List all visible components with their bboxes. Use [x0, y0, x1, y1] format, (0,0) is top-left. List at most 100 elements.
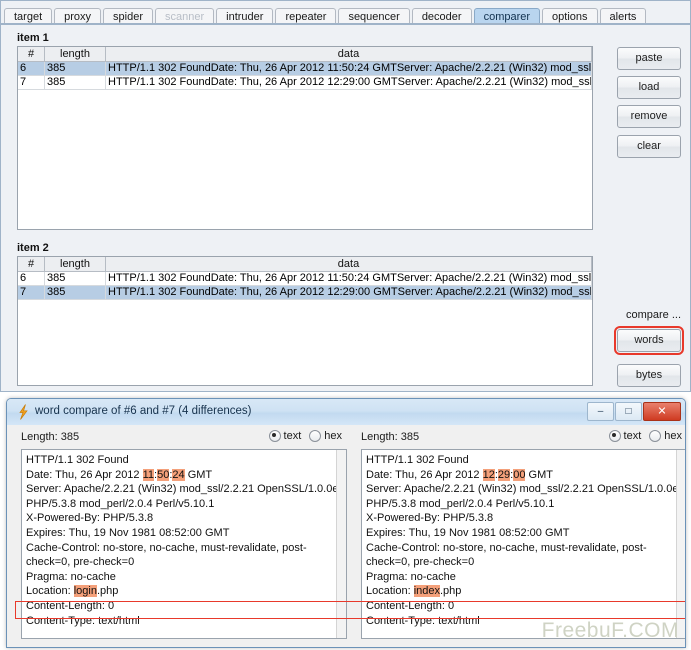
- compare-line: Pragma: no-cache: [26, 570, 342, 585]
- compare-panel-right: Length: 385 text hex HTTP/1.1 302 Found D…: [355, 425, 685, 647]
- compare-line: X-Powered-By: PHP/5.3.8: [26, 511, 342, 526]
- text-run: X-Powered-By: PHP/5.3.8: [26, 512, 154, 525]
- right-length-label: Length: 385: [361, 431, 420, 443]
- compare-line: Cache-Control: no-store, no-cache, must-…: [26, 541, 342, 570]
- text-run: GMT: [184, 468, 213, 481]
- minimize-button[interactable]: –: [587, 402, 614, 421]
- close-button[interactable]: ✕: [643, 402, 681, 421]
- diff-highlight: 00: [513, 468, 526, 481]
- text-run: Pragma: no-cache: [26, 570, 116, 583]
- burp-bolt-icon: [16, 404, 30, 420]
- compare-line: Content-Length: 0: [366, 599, 682, 614]
- item2-header-row: # length data: [18, 257, 592, 272]
- left-hex-radio[interactable]: [309, 430, 322, 442]
- item1-table[interactable]: # length data 6 385 HTTP/1.1 302 FoundDate…: [17, 46, 593, 230]
- text-run: Expires: Thu, 19 Nov 1981 08:52:00 GMT: [26, 526, 230, 539]
- comparer-pane: item 1 # length data 6 385 HTTP/1.1 302 Fo…: [3, 25, 688, 390]
- compare-line: Content-Type: text/html: [26, 614, 342, 629]
- left-view-mode-group[interactable]: text hex: [268, 430, 347, 442]
- right-hex-radio[interactable]: [649, 430, 662, 442]
- text-run: Server: Apache/2.2.21 (Win32) mod_ssl/2.…: [26, 483, 339, 496]
- cell-n: 7: [18, 285, 45, 300]
- remove-button[interactable]: remove: [617, 105, 681, 128]
- diff-highlight: index: [413, 585, 440, 598]
- tab-label: intruder: [226, 11, 264, 23]
- load-button[interactable]: load: [617, 76, 681, 99]
- text-run: Location:: [366, 585, 414, 598]
- left-compare-text[interactable]: HTTP/1.1 302 Found Date: Thu, 26 Apr 2012…: [21, 449, 347, 639]
- right-text-radio[interactable]: [608, 430, 621, 442]
- diff-highlight: 29: [497, 468, 511, 481]
- compare-line: Date: Thu, 26 Apr 2012 11:50:24 GMT: [26, 468, 342, 483]
- text-run: Content-Length: 0: [366, 599, 455, 612]
- close-icon: ✕: [657, 405, 667, 417]
- diff-highlight: 11: [142, 468, 155, 481]
- item2-col-number: #: [18, 257, 45, 272]
- item1-header-row: # length data: [18, 47, 592, 62]
- burp-main-window: target proxy spider scanner intruder repeater…: [0, 0, 691, 392]
- bytes-button[interactable]: bytes: [617, 364, 681, 387]
- text-run: GMT: [525, 468, 553, 481]
- item1-col-length: length: [44, 47, 106, 62]
- compare-line: Location: index.php: [366, 584, 682, 599]
- left-text-radio[interactable]: [268, 430, 281, 442]
- paste-button[interactable]: paste: [617, 47, 681, 70]
- text-run: Content-Type: text/html: [26, 614, 140, 627]
- diff-highlight: 50: [157, 468, 170, 481]
- cell-data: HTTP/1.1 302 FoundDate: Thu, 26 Apr 2012…: [105, 61, 592, 76]
- left-scrollbar[interactable]: [336, 450, 346, 638]
- cell-n: 7: [18, 75, 45, 90]
- word-compare-dialog: word compare of #6 and #7 (4 differences…: [6, 398, 686, 648]
- table-row[interactable]: 7 385 HTTP/1.1 302 FoundDate: Thu, 26 Apr …: [18, 285, 592, 300]
- compare-panel-left: Length: 385 text hex HTTP/1.1 302 Found D…: [15, 425, 349, 647]
- left-length-label: Length: 385: [21, 431, 80, 443]
- cell-n: 6: [18, 271, 45, 286]
- left-panel-toolbar: Length: 385 text hex: [15, 429, 349, 447]
- item1-label: item 1: [17, 32, 49, 44]
- right-hex-label: hex: [664, 430, 682, 442]
- item2-table[interactable]: # length data 6 385 HTTP/1.1 302 FoundDate…: [17, 256, 593, 386]
- words-button[interactable]: words: [614, 326, 684, 355]
- tab-label: alerts: [609, 11, 637, 23]
- compare-line: HTTP/1.1 302 Found: [26, 453, 342, 468]
- compare-line: PHP/5.3.8 mod_perl/2.0.4 Perl/v5.10.1: [366, 497, 682, 512]
- compare-line: Server: Apache/2.2.21 (Win32) mod_ssl/2.…: [26, 482, 342, 497]
- window-controls[interactable]: – □ ✕: [586, 402, 681, 421]
- text-run: HTTP/1.1 302 Found: [26, 454, 129, 466]
- dialog-body: Length: 385 text hex HTTP/1.1 302 Found D…: [7, 425, 685, 647]
- text-run: Location:: [26, 585, 74, 598]
- left-hex-label: hex: [324, 430, 342, 442]
- cell-length: 385: [44, 271, 106, 286]
- text-run: Expires: Thu, 19 Nov 1981 08:52:00 GMT: [366, 526, 570, 539]
- cell-data: HTTP/1.1 302 FoundDate: Thu, 26 Apr 2012…: [105, 75, 592, 90]
- item2-col-length: length: [44, 257, 106, 272]
- tab-label: sequencer: [348, 11, 400, 23]
- table-row[interactable]: 6 385 HTTP/1.1 302 FoundDate: Thu, 26 Apr …: [18, 271, 592, 286]
- right-scrollbar[interactable]: [676, 450, 685, 638]
- compare-line: HTTP/1.1 302 Found: [366, 453, 682, 468]
- right-view-mode-group[interactable]: text hex: [608, 430, 685, 442]
- table-row[interactable]: 7 385 HTTP/1.1 302 FoundDate: Thu, 26 Apr …: [18, 75, 592, 90]
- table-row[interactable]: 6 385 HTTP/1.1 302 FoundDate: Thu, 26 Apr …: [18, 61, 592, 76]
- dialog-title-bar[interactable]: word compare of #6 and #7 (4 differences…: [7, 399, 685, 426]
- compare-line: Pragma: no-cache: [366, 570, 682, 585]
- compare-line: Expires: Thu, 19 Nov 1981 08:52:00 GMT: [366, 526, 682, 541]
- cell-n: 6: [18, 61, 45, 76]
- maximize-button[interactable]: □: [615, 402, 642, 421]
- text-run: Pragma: no-cache: [366, 570, 456, 583]
- clear-button[interactable]: clear: [617, 135, 681, 158]
- item2-col-data: data: [105, 257, 592, 272]
- diff-highlight: 24: [172, 468, 185, 481]
- text-run: HTTP/1.1 302 Found: [366, 454, 469, 466]
- right-panel-toolbar: Length: 385 text hex: [355, 429, 685, 447]
- dialog-title-text: word compare of #6 and #7 (4 differences…: [35, 405, 252, 417]
- text-run: Date: Thu, 26 Apr 2012: [366, 468, 483, 481]
- tab-label: target: [14, 11, 43, 23]
- text-run: .php: [96, 585, 119, 598]
- watermark: FreebuF.COM: [541, 619, 679, 642]
- cell-length: 385: [44, 75, 106, 90]
- text-run: Cache-Control: no-store, no-cache, must-…: [26, 541, 307, 569]
- text-run: PHP/5.3.8 mod_perl/2.0.4 Perl/v5.10.1: [366, 497, 555, 510]
- right-compare-text[interactable]: HTTP/1.1 302 Found Date: Thu, 26 Apr 2012…: [361, 449, 685, 639]
- tab-label: scanner: [165, 11, 205, 23]
